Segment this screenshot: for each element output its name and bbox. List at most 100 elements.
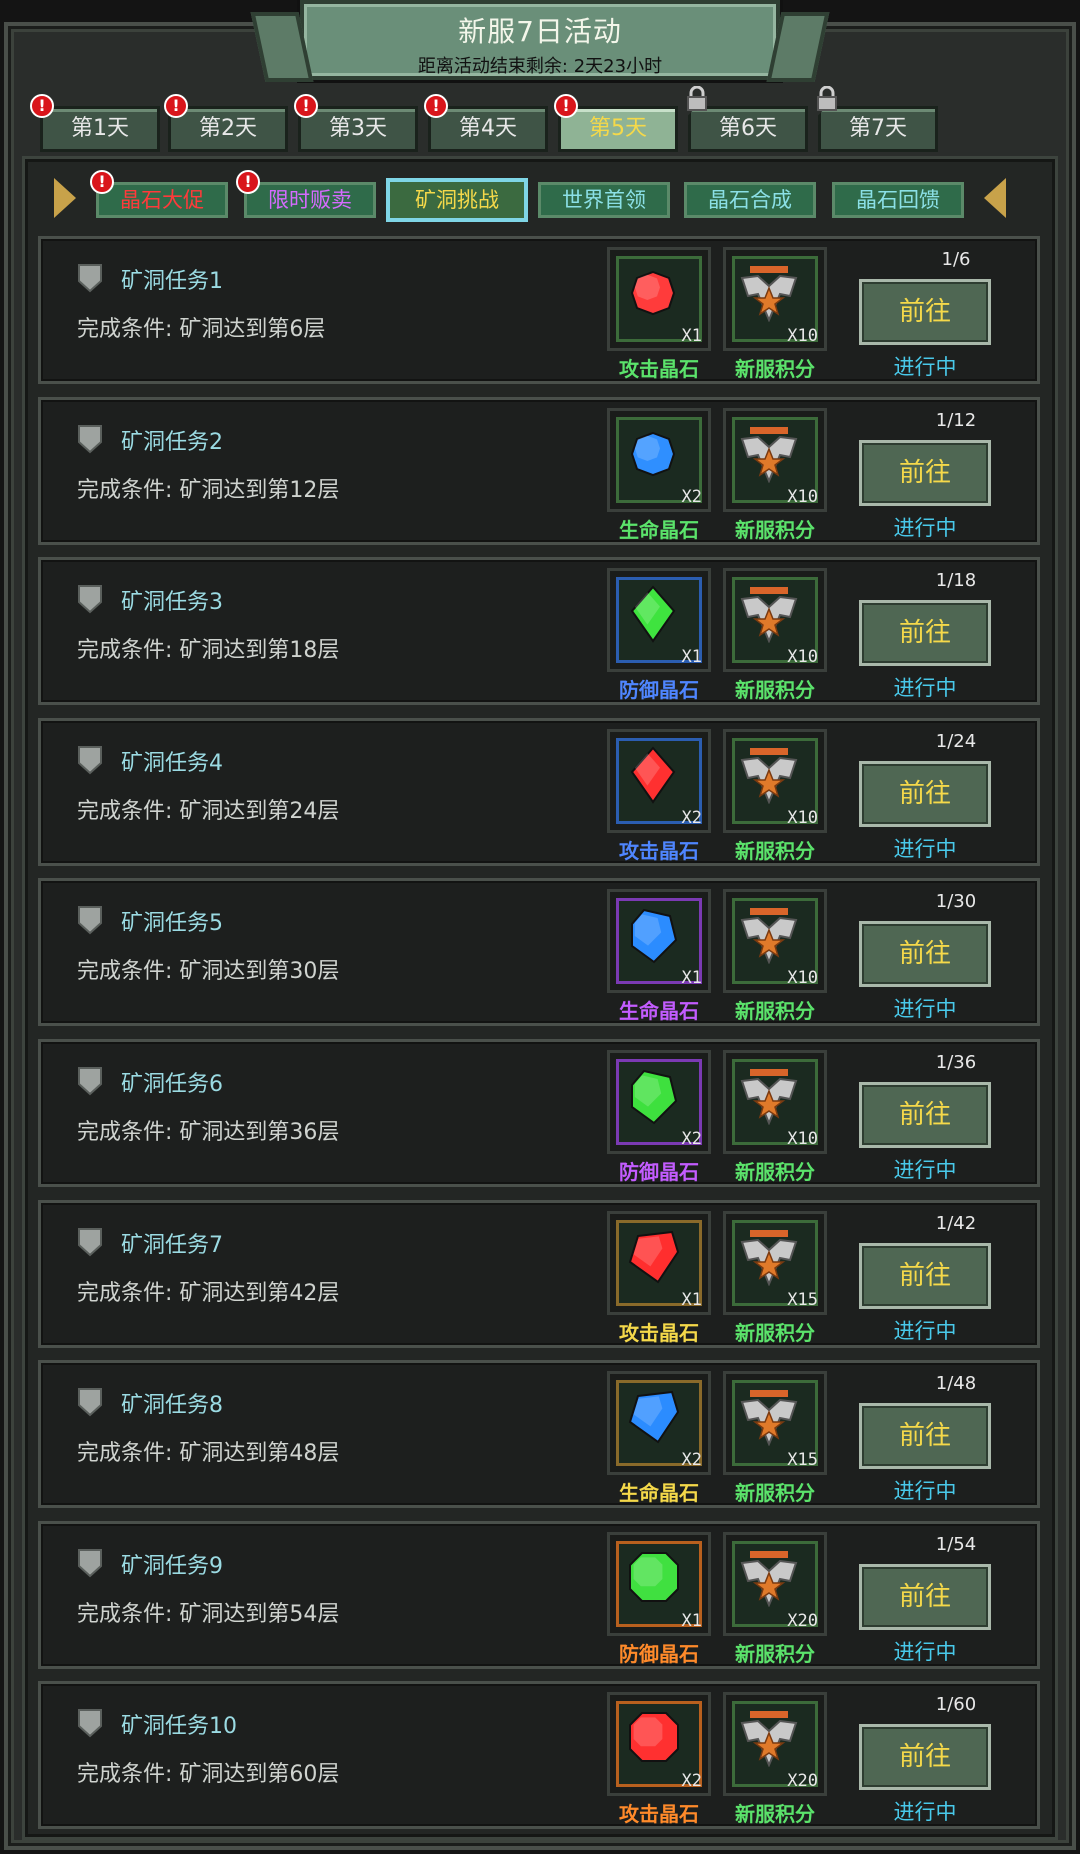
task-condition: 完成条件: 矿洞达到第30层 [77, 959, 340, 984]
task-title: 矿洞任务10 [121, 1714, 237, 1739]
subtab-mine-challenge[interactable]: 矿洞挑战 [386, 178, 528, 222]
reward-slot-points[interactable]: X10 [723, 568, 827, 672]
subtab-limited-sale[interactable]: 限时贩卖 [244, 182, 376, 218]
shield-icon [78, 746, 102, 775]
tab-day-3[interactable]: 第3天 [298, 106, 418, 152]
reward-slot-points[interactable]: X15 [723, 1371, 827, 1475]
tab-day-5[interactable]: 第5天 [558, 106, 678, 152]
reward-slot-crystal[interactable]: X1 [607, 247, 711, 351]
goto-button[interactable]: 前往 [859, 921, 991, 987]
task-progress: 1/24 [935, 731, 977, 752]
goto-button[interactable]: 前往 [859, 761, 991, 827]
reward-slot-crystal[interactable]: X2 [607, 729, 711, 833]
reward-slot-points[interactable]: X15 [723, 1211, 827, 1315]
subtab-crystal-sale[interactable]: 晶石大促 [96, 182, 228, 218]
task-status: 进行中 [893, 1319, 957, 1343]
shield-icon [78, 1067, 102, 1096]
shield-icon [78, 1388, 102, 1417]
reward-slot-points[interactable]: X10 [723, 1050, 827, 1154]
scroll-left-arrow-icon[interactable] [54, 178, 76, 218]
alert-badge: ! [424, 94, 448, 118]
task-status: 进行中 [893, 1479, 957, 1503]
points-quantity: X10 [787, 968, 818, 988]
title-banner: 新服7日活动 距离活动结束剩余: 2天23小时 [300, 0, 780, 80]
goto-button[interactable]: 前往 [859, 1724, 991, 1790]
points-label: 新服积分 [735, 518, 815, 542]
shield-icon [78, 1228, 102, 1257]
tab-day-1[interactable]: 第1天 [40, 106, 160, 152]
shield-icon [78, 906, 102, 935]
server-points-badge-icon [740, 587, 798, 643]
reward-quantity: X2 [681, 1129, 702, 1149]
reward-label: 攻击晶石 [619, 839, 699, 863]
alert-badge: ! [554, 94, 578, 118]
tab-day-4[interactable]: 第4天 [428, 106, 548, 152]
reward-slot-points[interactable]: X20 [723, 1692, 827, 1796]
reward-slot-points[interactable]: X10 [723, 729, 827, 833]
server-points-badge-icon [740, 1711, 798, 1767]
goto-button[interactable]: 前往 [859, 279, 991, 345]
green-diamond-gem-icon [630, 585, 676, 643]
reward-slot-points[interactable]: X20 [723, 1532, 827, 1636]
points-label: 新服积分 [735, 1802, 815, 1826]
subtab-world-boss[interactable]: 世界首领 [538, 182, 670, 218]
task-title: 矿洞任务1 [121, 269, 223, 294]
task-title: 矿洞任务2 [121, 430, 223, 455]
blue-round-gem-icon [630, 431, 676, 477]
reward-label: 防御晶石 [619, 1642, 699, 1666]
task-condition: 完成条件: 矿洞达到第36层 [77, 1120, 340, 1145]
points-label: 新服积分 [735, 999, 815, 1023]
red-round-gem-icon [630, 270, 676, 316]
task-row: 矿洞任务6 完成条件: 矿洞达到第36层 X2 防御晶石 X10 新服积分 1/36 前往 进行… [38, 1039, 1040, 1187]
reward-slot-crystal[interactable]: X2 [607, 408, 711, 512]
goto-button[interactable]: 前往 [859, 440, 991, 506]
subtab-crystal-synthesis[interactable]: 晶石合成 [684, 182, 816, 218]
scroll-right-arrow-icon[interactable] [984, 178, 1006, 218]
tab-label: 第4天 [459, 116, 517, 141]
goto-button[interactable]: 前往 [859, 1082, 991, 1148]
reward-slot-crystal[interactable]: X2 [607, 1692, 711, 1796]
task-condition: 完成条件: 矿洞达到第48层 [77, 1441, 340, 1466]
reward-label: 生命晶石 [619, 518, 699, 542]
goto-button[interactable]: 前往 [859, 1564, 991, 1630]
reward-quantity: X1 [681, 647, 702, 667]
goto-button[interactable]: 前往 [859, 1243, 991, 1309]
reward-label: 生命晶石 [619, 999, 699, 1023]
subtab-crystal-feedback[interactable]: 晶石回馈 [832, 182, 964, 218]
reward-slot-points[interactable]: X10 [723, 247, 827, 351]
task-progress: 1/18 [935, 570, 977, 591]
tab-day-6[interactable]: 第6天 [688, 106, 808, 152]
task-row: 矿洞任务1 完成条件: 矿洞达到第6层 X1 攻击晶石 X10 新服积分 1/6 前往 进行中 [38, 236, 1040, 384]
reward-slot-points[interactable]: X10 [723, 408, 827, 512]
task-condition: 完成条件: 矿洞达到第54层 [77, 1602, 340, 1627]
goto-button[interactable]: 前往 [859, 600, 991, 666]
task-status: 进行中 [893, 676, 957, 700]
task-row: 矿洞任务5 完成条件: 矿洞达到第30层 X1 生命晶石 X10 新服积分 1/30 前往 进行… [38, 878, 1040, 1026]
shield-icon [78, 1549, 102, 1578]
task-status: 进行中 [893, 997, 957, 1021]
reward-label: 生命晶石 [619, 1481, 699, 1505]
tab-day-7[interactable]: 第7天 [818, 106, 938, 152]
task-title: 矿洞任务3 [121, 590, 223, 615]
red-diamond-gem-icon [630, 746, 676, 804]
reward-slot-crystal[interactable]: X1 [607, 1211, 711, 1315]
reward-slot-points[interactable]: X10 [723, 889, 827, 993]
reward-slot-crystal[interactable]: X2 [607, 1371, 711, 1475]
reward-slot-crystal[interactable]: X1 [607, 1532, 711, 1636]
shield-icon [78, 1709, 102, 1738]
task-row: 矿洞任务8 完成条件: 矿洞达到第48层 X2 生命晶石 X15 新服积分 1/48 前往 进行… [38, 1360, 1040, 1508]
reward-label: 攻击晶石 [619, 1802, 699, 1826]
points-quantity: X20 [787, 1611, 818, 1631]
points-quantity: X15 [787, 1290, 818, 1310]
reward-slot-crystal[interactable]: X2 [607, 1050, 711, 1154]
reward-slot-crystal[interactable]: X1 [607, 889, 711, 993]
reward-label: 防御晶石 [619, 678, 699, 702]
tab-day-2[interactable]: 第2天 [168, 106, 288, 152]
task-title: 矿洞任务5 [121, 911, 223, 936]
shield-icon [78, 264, 102, 293]
goto-button[interactable]: 前往 [859, 1403, 991, 1469]
tab-label: 第1天 [71, 116, 129, 141]
server-points-badge-icon [740, 748, 798, 804]
reward-slot-crystal[interactable]: X1 [607, 568, 711, 672]
task-title: 矿洞任务7 [121, 1233, 223, 1258]
